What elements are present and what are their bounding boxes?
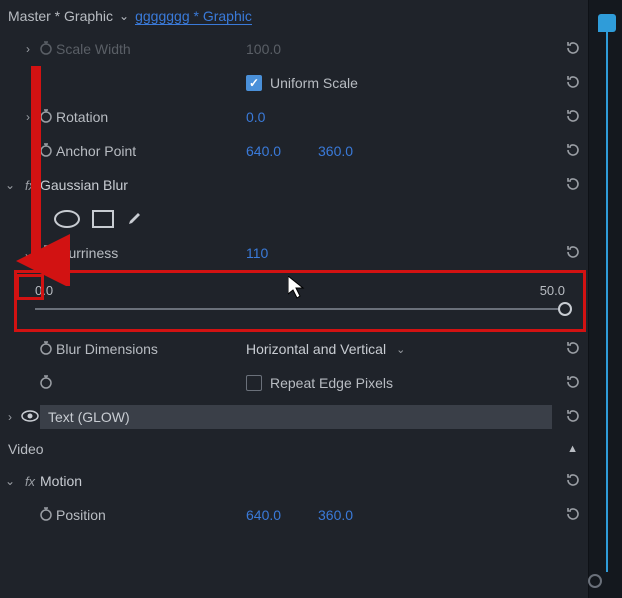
param-value[interactable]: 0.0 [246, 109, 318, 125]
reset-button[interactable] [564, 141, 582, 162]
param-label: Anchor Point [56, 143, 246, 159]
section-gaussian-blur: ⌄ fx Gaussian Blur [0, 168, 622, 202]
anchor-y-value[interactable]: 360.0 [318, 143, 390, 159]
reset-button[interactable] [564, 471, 582, 492]
reset-button[interactable] [564, 39, 582, 60]
marker-icon[interactable] [598, 14, 616, 32]
row-uniform-scale: ✓ Uniform Scale [0, 66, 622, 100]
reset-button[interactable] [564, 73, 582, 94]
effect-name[interactable]: Motion [40, 473, 82, 489]
text-layer-bar[interactable]: Text (GLOW) [40, 405, 552, 429]
twisty-icon[interactable]: › [20, 110, 36, 124]
mask-tools-row [0, 202, 622, 236]
param-label: Blurriness [56, 245, 246, 261]
reset-button[interactable] [564, 373, 582, 394]
section-motion: ⌄ fx Motion [0, 464, 622, 498]
param-value[interactable]: 110 [246, 245, 318, 261]
row-blur-dimensions: Blur Dimensions Horizontal and Vertical … [0, 332, 622, 366]
blur-dimensions-select[interactable]: Horizontal and Vertical ⌄ [246, 341, 405, 357]
layer-name: Text (GLOW) [48, 409, 130, 425]
chevron-down-icon[interactable]: ⌄ [119, 9, 129, 23]
param-label: Rotation [56, 109, 246, 125]
twisty-down-icon[interactable]: ⌄ [0, 178, 20, 192]
video-section-header[interactable]: Video ▲ [0, 434, 622, 464]
zoom-knob[interactable] [588, 574, 602, 588]
row-text-glow: › Text (GLOW) [0, 400, 622, 434]
stopwatch-icon[interactable] [36, 142, 56, 161]
param-label: Blur Dimensions [56, 341, 246, 357]
slider-max-label: 50.0 [540, 283, 565, 298]
stopwatch-icon[interactable] [36, 340, 56, 359]
stopwatch-icon[interactable] [36, 244, 56, 263]
master-label: Master * Graphic [8, 8, 113, 24]
twisty-down-icon[interactable]: ⌄ [0, 474, 20, 488]
fx-icon[interactable]: fx [20, 474, 40, 489]
clip-link[interactable]: ggggggg * Graphic [135, 8, 252, 25]
visibility-toggle[interactable] [20, 409, 40, 426]
reset-button[interactable] [564, 407, 582, 428]
row-anchor-point: Anchor Point 640.0 360.0 [0, 134, 622, 168]
reset-button[interactable] [564, 339, 582, 360]
video-label: Video [8, 441, 44, 457]
row-blurriness: ⌄ Blurriness 110 [0, 236, 622, 270]
reset-button[interactable] [564, 243, 582, 264]
param-value[interactable]: 100.0 [246, 41, 318, 57]
position-y-value[interactable]: 360.0 [318, 507, 390, 523]
slider-track[interactable] [35, 308, 565, 310]
uniform-scale-checkbox[interactable]: ✓ [246, 75, 262, 91]
collapse-up-icon[interactable]: ▲ [567, 443, 578, 455]
clip-header: Master * Graphic ⌄ ggggggg * Graphic ▶ [0, 0, 622, 32]
chevron-down-icon: ⌄ [396, 343, 405, 356]
stopwatch-icon[interactable] [36, 506, 56, 525]
reset-button[interactable] [564, 107, 582, 128]
row-rotation: › Rotation 0.0 [0, 100, 622, 134]
position-x-value[interactable]: 640.0 [246, 507, 318, 523]
twisty-icon[interactable]: › [0, 410, 20, 424]
mask-rect-button[interactable] [92, 210, 114, 228]
anchor-x-value[interactable]: 640.0 [246, 143, 318, 159]
twisty-icon[interactable]: › [20, 42, 36, 56]
repeat-edge-checkbox[interactable] [246, 375, 262, 391]
stopwatch-icon[interactable] [36, 374, 56, 393]
param-label: Scale Width [56, 41, 246, 57]
mask-ellipse-button[interactable] [54, 210, 80, 228]
row-repeat-edge: Repeat Edge Pixels [0, 366, 622, 400]
stopwatch-icon[interactable] [36, 40, 56, 59]
param-label: Position [56, 507, 246, 523]
checkbox-label: Uniform Scale [270, 75, 358, 91]
effect-name[interactable]: Gaussian Blur [40, 177, 128, 193]
checkbox-label: Repeat Edge Pixels [270, 375, 393, 391]
blurriness-slider-panel: 0.0 50.0 [14, 270, 586, 332]
slider-min-label: 0.0 [35, 283, 53, 298]
reset-button[interactable] [564, 175, 582, 196]
slider-thumb[interactable] [558, 302, 572, 316]
fx-icon[interactable]: fx [20, 178, 40, 193]
dropdown-value: Horizontal and Vertical [246, 341, 386, 357]
reset-button[interactable] [564, 505, 582, 526]
row-scale-width: › Scale Width 100.0 [0, 32, 622, 66]
stopwatch-icon[interactable] [36, 108, 56, 127]
twisty-down-icon[interactable]: ⌄ [20, 246, 36, 260]
mask-pen-button[interactable] [126, 209, 144, 230]
row-position: Position 640.0 360.0 [0, 498, 622, 532]
